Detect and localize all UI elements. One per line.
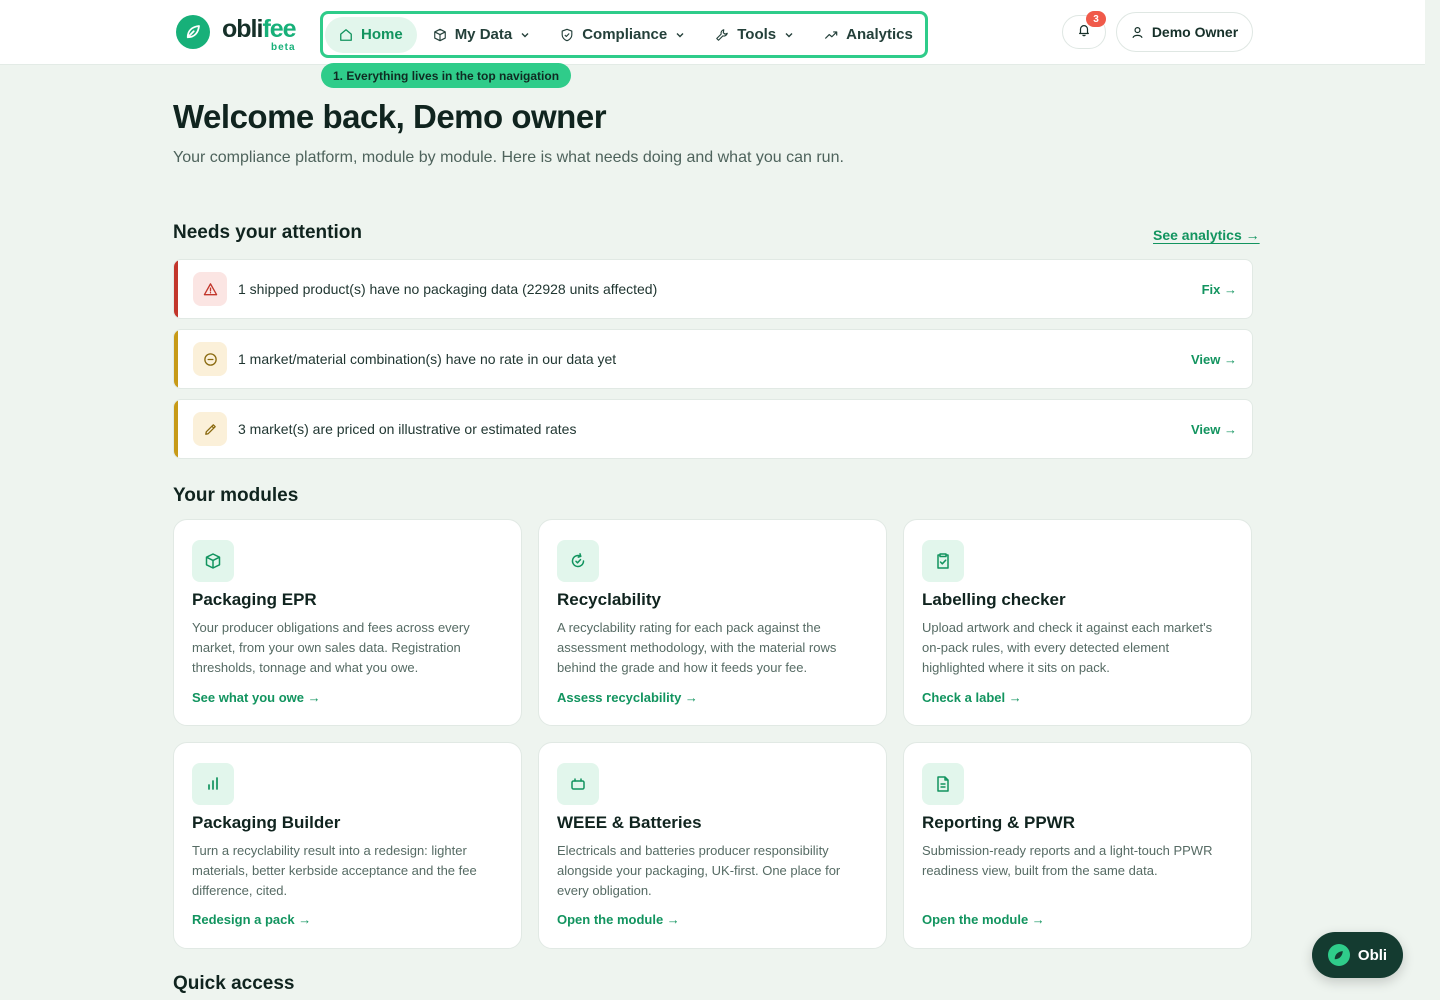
module-card-reporting-ppwr[interactable]: Reporting & PPWR Submission-ready report… bbox=[903, 742, 1252, 949]
page-subtitle: Your compliance platform, module by modu… bbox=[173, 149, 844, 166]
nav-tools-label: Tools bbox=[737, 26, 777, 43]
module-title: Reporting & PPWR bbox=[922, 813, 1075, 832]
module-title: Labelling checker bbox=[922, 590, 1066, 609]
pencil-icon bbox=[193, 412, 227, 446]
obli-label: Obli bbox=[1357, 946, 1388, 964]
alert-view-link[interactable]: View → bbox=[1191, 352, 1237, 367]
user-name: Demo Owner bbox=[1151, 24, 1239, 40]
page-title: Welcome back, Demo owner bbox=[173, 98, 607, 135]
module-link[interactable]: Check a label → bbox=[922, 690, 1022, 705]
modules-heading: Your modules bbox=[173, 485, 299, 506]
module-link[interactable]: Redesign a pack → bbox=[192, 912, 311, 927]
warning-icon bbox=[193, 272, 227, 306]
cube-icon bbox=[433, 28, 447, 42]
module-description: Turn a recyclability result into a redes… bbox=[192, 843, 477, 898]
obli-assistant-button[interactable]: Obli bbox=[1312, 932, 1403, 978]
alert-missing-packaging[interactable]: 1 shipped product(s) have no packaging d… bbox=[173, 259, 1253, 319]
user-icon bbox=[1131, 26, 1144, 39]
module-link[interactable]: Open the module → bbox=[557, 912, 680, 927]
see-analytics-link[interactable]: See analytics → bbox=[1153, 227, 1260, 243]
module-link[interactable]: Open the module → bbox=[922, 912, 1045, 927]
top-bar: oblifee beta Home My Data Compliance Too… bbox=[0, 0, 1425, 65]
nav-analytics-label: Analytics bbox=[846, 26, 913, 43]
shield-icon bbox=[560, 28, 574, 42]
module-description: Electricals and batteries producer respo… bbox=[557, 843, 841, 898]
nav-tools[interactable]: Tools bbox=[701, 17, 808, 53]
nav-compliance-label: Compliance bbox=[582, 26, 668, 43]
trend-icon bbox=[824, 28, 838, 42]
module-title: Packaging Builder bbox=[192, 813, 341, 832]
alert-missing-rate[interactable]: 1 market/material combination(s) have no… bbox=[173, 329, 1253, 389]
alert-text: 3 market(s) are priced on illustrative o… bbox=[238, 421, 577, 437]
module-card-weee-batteries[interactable]: WEEE & Batteries Electricals and batteri… bbox=[538, 742, 887, 949]
nav-my-data-label: My Data bbox=[454, 26, 513, 43]
nav-home-label: Home bbox=[361, 26, 403, 43]
nav-analytics[interactable]: Analytics bbox=[810, 17, 927, 53]
document-icon bbox=[922, 763, 964, 805]
alert-view-link[interactable]: View → bbox=[1191, 422, 1237, 437]
refresh-icon bbox=[557, 540, 599, 582]
brand-name-part2: fee bbox=[262, 15, 296, 43]
alert-text: 1 market/material combination(s) have no… bbox=[238, 351, 617, 367]
box-icon bbox=[192, 540, 234, 582]
module-card-packaging-builder[interactable]: Packaging Builder Turn a recyclability r… bbox=[173, 742, 522, 949]
module-link[interactable]: See what you owe → bbox=[192, 690, 321, 705]
module-description: Submission-ready reports and a light-tou… bbox=[922, 843, 1213, 878]
module-description: Upload artwork and check it against each… bbox=[922, 620, 1213, 675]
home-icon bbox=[339, 28, 353, 42]
alert-fix-link[interactable]: Fix → bbox=[1202, 282, 1237, 297]
alert-severity-stripe bbox=[174, 330, 178, 388]
minus-circle-icon bbox=[193, 342, 227, 376]
notifications-button[interactable]: 3 bbox=[1062, 11, 1106, 49]
module-card-packaging-epr[interactable]: Packaging EPR Your producer obligations … bbox=[173, 519, 522, 726]
module-link[interactable]: Assess recyclability → bbox=[557, 690, 698, 705]
alert-estimated-rates[interactable]: 3 market(s) are priced on illustrative o… bbox=[173, 399, 1253, 459]
module-title: WEEE & Batteries bbox=[557, 813, 702, 832]
chevron-down-icon bbox=[675, 30, 685, 40]
module-card-labelling-checker[interactable]: Labelling checker Upload artwork and che… bbox=[903, 519, 1252, 726]
module-card-recyclability[interactable]: Recyclability A recyclability rating for… bbox=[538, 519, 887, 726]
module-description: A recyclability rating for each pack aga… bbox=[557, 620, 837, 675]
chevron-down-icon bbox=[520, 30, 530, 40]
wrench-icon bbox=[715, 28, 729, 42]
onboarding-tooltip: 1. Everything lives in the top navigatio… bbox=[321, 63, 572, 88]
brand-logo[interactable]: oblifee beta bbox=[176, 14, 297, 54]
battery-icon bbox=[557, 763, 599, 805]
leaf-icon bbox=[1327, 944, 1350, 966]
leaf-logo-icon bbox=[176, 15, 210, 49]
beta-tag: beta bbox=[271, 42, 296, 53]
quick-access-heading: Quick access bbox=[173, 973, 295, 994]
brand-name-part1: obli bbox=[222, 15, 263, 43]
notification-count-badge: 3 bbox=[1086, 11, 1106, 27]
nav-home[interactable]: Home bbox=[325, 16, 417, 53]
module-description: Your producer obligations and fees acros… bbox=[192, 620, 470, 675]
nav-compliance[interactable]: Compliance bbox=[546, 17, 699, 53]
alert-severity-stripe bbox=[174, 400, 178, 458]
top-navigation: Home My Data Compliance Tools Analytics bbox=[320, 11, 928, 58]
user-menu-button[interactable]: Demo Owner bbox=[1116, 12, 1253, 52]
module-title: Recyclability bbox=[557, 590, 661, 609]
attention-heading: Needs your attention bbox=[173, 222, 362, 243]
bar-chart-icon bbox=[192, 763, 234, 805]
clipboard-check-icon bbox=[922, 540, 964, 582]
chevron-down-icon bbox=[784, 30, 794, 40]
alert-text: 1 shipped product(s) have no packaging d… bbox=[238, 281, 658, 297]
nav-my-data[interactable]: My Data bbox=[419, 17, 545, 53]
module-title: Packaging EPR bbox=[192, 590, 317, 609]
alert-severity-stripe bbox=[174, 260, 178, 318]
